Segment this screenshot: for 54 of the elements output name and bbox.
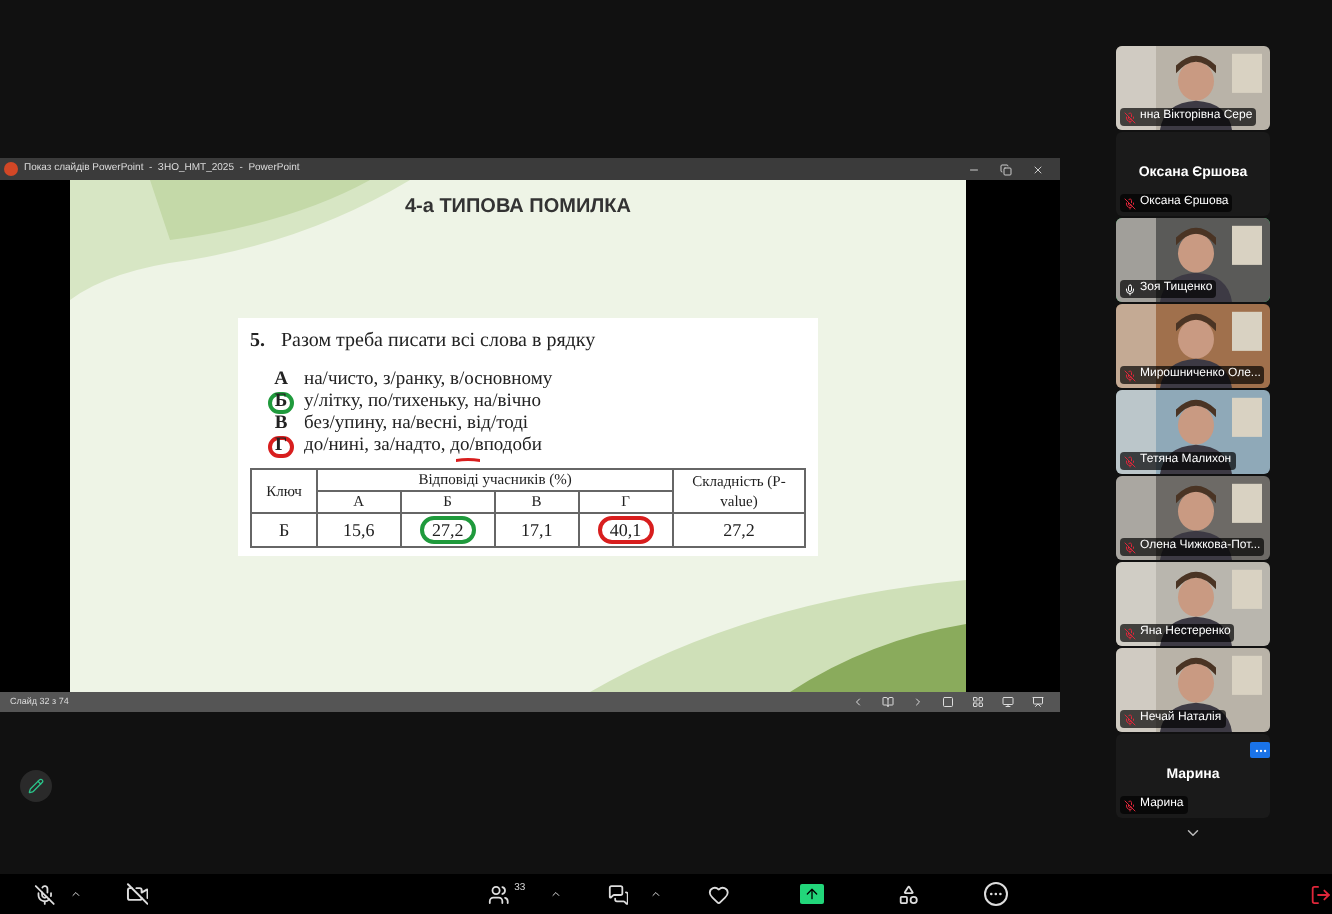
muted-mic-icon <box>1124 799 1136 811</box>
next-icon[interactable] <box>912 696 924 708</box>
muted-mic-icon <box>1124 197 1136 209</box>
scroll-down-icon[interactable] <box>1184 824 1202 842</box>
chat-icon[interactable] <box>607 883 629 905</box>
caret-icon[interactable] <box>650 888 663 900</box>
table-cell: 40,1 <box>578 513 673 547</box>
caret-icon[interactable] <box>69 888 82 900</box>
arrow-up-icon <box>803 886 820 902</box>
more-options-button[interactable] <box>1250 742 1270 758</box>
heart-icon[interactable] <box>708 883 730 905</box>
slide-title: 4-а ТИПОВА ПОМИЛКА <box>404 194 632 222</box>
question-number: 5. <box>250 330 265 354</box>
table-cell: 27,2 <box>673 513 805 547</box>
minimize-icon[interactable] <box>968 163 980 175</box>
muted-mic-icon <box>1124 369 1136 381</box>
table-cell: Б <box>251 513 318 547</box>
option-letter: Г <box>268 436 294 458</box>
table-cell: 15,6 <box>317 513 401 547</box>
annotate-button[interactable] <box>20 770 52 802</box>
camera-off-icon[interactable] <box>125 882 149 906</box>
table-cell: 17,1 <box>495 513 579 547</box>
app-icon <box>4 162 18 176</box>
option-letter: В <box>272 414 290 436</box>
muted-mic-icon[interactable] <box>34 883 56 905</box>
participants-icon[interactable] <box>488 883 511 905</box>
slideshow-icon[interactable] <box>1032 696 1044 708</box>
table-cell: 27,2 <box>400 513 496 547</box>
more-icon[interactable] <box>984 882 1009 906</box>
muted-mic-icon <box>1124 713 1136 725</box>
muted-mic-icon <box>1124 111 1136 123</box>
option-text: на/чисто, з/ранку, в/основному <box>304 370 553 392</box>
caret-icon[interactable] <box>549 888 562 900</box>
option-text: без/упину, на/весні, від/тоді <box>304 414 529 436</box>
option-letter: А <box>272 370 290 392</box>
option-text: у/літку, по/тихеньку, на/вічно <box>304 392 542 414</box>
muted-mic-icon <box>1124 541 1136 553</box>
muted-mic-icon <box>1124 627 1136 639</box>
muted-mic-icon <box>1124 455 1136 467</box>
normal-view-icon[interactable] <box>942 696 954 708</box>
leave-icon[interactable] <box>1310 883 1332 905</box>
option-letter: Б <box>268 392 294 414</box>
pencil-icon <box>28 778 44 794</box>
apps-icon[interactable] <box>897 883 919 905</box>
mic-icon <box>1124 283 1136 295</box>
grid-view-icon[interactable] <box>972 696 984 708</box>
question-text: Разом треба писати всі слова в рядку <box>281 330 596 354</box>
close-icon[interactable] <box>1032 163 1044 175</box>
slides-icon[interactable] <box>882 696 894 708</box>
option-text: до/нині, за/надто, до/вподоби <box>304 436 542 458</box>
previous-icon[interactable] <box>852 696 864 708</box>
reading-view-icon[interactable] <box>1002 696 1014 708</box>
share-button[interactable] <box>799 884 824 904</box>
restore-icon[interactable] <box>1000 163 1012 175</box>
